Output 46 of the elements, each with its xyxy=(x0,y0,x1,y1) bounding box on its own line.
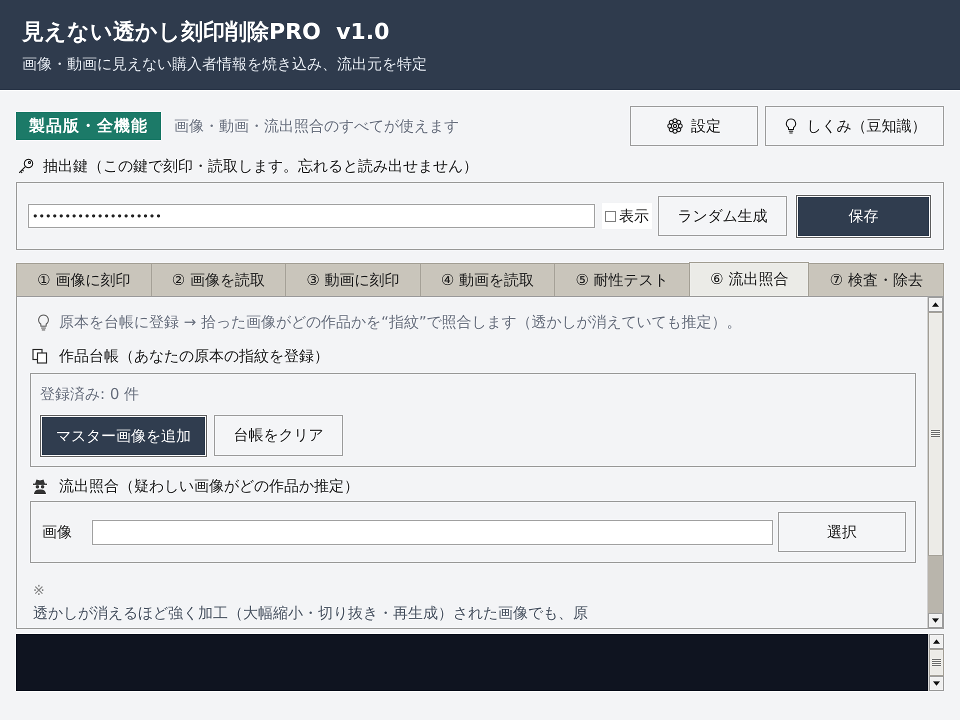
scroll-down-button[interactable] xyxy=(929,676,944,691)
app-title: 見えない透かし刻印削除PRO v1.0 xyxy=(22,19,390,47)
app-subtitle: 画像・動画に見えない購入者情報を焼き込み、流出元を特定 xyxy=(22,54,428,74)
tab[interactable]: ⑥ 流出照合 xyxy=(688,262,810,296)
image-label: 画像 xyxy=(42,522,73,542)
tab[interactable]: ⑦ 検査・除去 xyxy=(808,263,944,296)
save-button[interactable]: 保存 xyxy=(796,194,931,238)
key-icon xyxy=(18,158,34,174)
match-heading: 流出照合（疑わしい画像がどの作品か推定） xyxy=(59,476,359,496)
scroll-down-button[interactable] xyxy=(928,613,943,628)
tab[interactable]: ① 画像に刻印 xyxy=(16,263,152,296)
image-path-field[interactable] xyxy=(92,520,773,544)
spy-icon xyxy=(32,478,48,494)
random-generate-button[interactable]: ランダム生成 xyxy=(658,196,787,236)
key-label: 抽出鍵（この鍵で刻印・読取します。忘れると読み出せません） xyxy=(43,156,478,176)
key-field[interactable]: •••••••••••••••••••• xyxy=(28,204,595,228)
clear-ledger-button[interactable]: 台帳をクリア xyxy=(214,415,343,456)
select-button[interactable]: 選択 xyxy=(778,512,906,552)
tab[interactable]: ② 画像を読取 xyxy=(150,263,286,296)
settings-button[interactable]: 設定 xyxy=(630,106,758,146)
scrollbar-thumb[interactable] xyxy=(929,649,944,676)
up-arrow-icon xyxy=(933,639,940,644)
note-text: 透かしが消えるほど強く加工（大幅縮小・切り抜き・再生成）された画像でも、原 xyxy=(32,603,589,623)
tab[interactable]: ③ 動画に刻印 xyxy=(285,263,421,296)
scrollbar-thumb[interactable] xyxy=(928,312,943,556)
ledger-heading: 作品台帳（あなたの原本の指紋を登録） xyxy=(59,346,329,366)
scroll-up-button[interactable] xyxy=(929,634,944,649)
tab[interactable]: ④ 動画を読取 xyxy=(420,263,556,296)
tips-button[interactable]: しくみ（豆知識） xyxy=(765,106,944,146)
down-arrow-icon xyxy=(933,681,940,686)
license-note: 画像・動画・流出照合のすべてが使えます xyxy=(174,116,459,136)
grip-icon xyxy=(932,658,941,666)
license-badge: 製品版・全機能 xyxy=(16,112,161,140)
show-key-checkbox[interactable]: 表示 xyxy=(602,203,652,229)
add-master-image-button[interactable]: マスター画像を追加 xyxy=(40,415,207,457)
scroll-up-button[interactable] xyxy=(928,297,943,312)
gear-icon xyxy=(667,118,683,134)
grip-icon xyxy=(931,430,940,438)
ledger-count: 登録済み: 0 件 xyxy=(40,384,140,404)
down-arrow-icon xyxy=(932,618,939,623)
note-mark: ※ xyxy=(32,582,46,601)
hint-text: 原本を台帳に登録 → 拾った画像がどの作品かを“指紋”で照合します（透かしが消えていても推定）。 xyxy=(59,312,742,332)
copy-icon xyxy=(32,348,48,364)
lightbulb-icon xyxy=(37,314,50,330)
tab[interactable]: ⑤ 耐性テスト xyxy=(554,263,690,296)
up-arrow-icon xyxy=(932,302,939,307)
